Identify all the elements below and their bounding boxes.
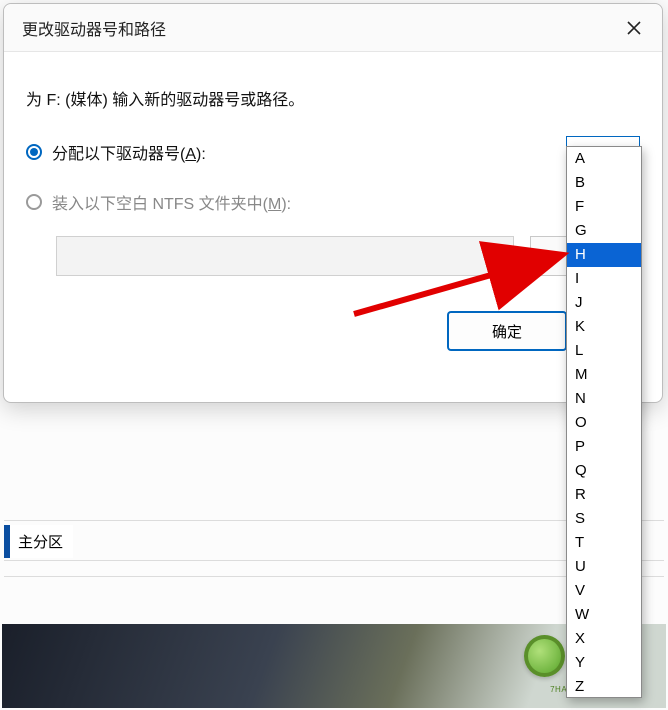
partition-label: 主分区	[4, 525, 73, 558]
radio-assign-letter[interactable]	[26, 144, 42, 160]
dropdown-item-F[interactable]: F	[567, 195, 641, 219]
dropdown-item-M[interactable]: M	[567, 363, 641, 387]
dropdown-item-T[interactable]: T	[567, 531, 641, 555]
change-drive-letter-dialog: 更改驱动器号和路径 为 F: (媒体) 输入新的驱动器号或路径。 分配以下驱动器…	[3, 3, 663, 403]
dropdown-item-N[interactable]: N	[567, 387, 641, 411]
folder-path-input	[56, 236, 514, 276]
dropdown-item-V[interactable]: V	[567, 579, 641, 603]
dropdown-item-U[interactable]: U	[567, 555, 641, 579]
dialog-title: 更改驱动器号和路径	[22, 16, 166, 40]
dropdown-item-R[interactable]: R	[567, 483, 641, 507]
dropdown-item-I[interactable]: I	[567, 267, 641, 291]
dropdown-item-H[interactable]: H	[567, 243, 641, 267]
dropdown-item-W[interactable]: W	[567, 603, 641, 627]
help-row: 帮助(H)	[4, 576, 664, 613]
dropdown-item-J[interactable]: J	[567, 291, 641, 315]
ok-button[interactable]: 确定	[448, 312, 566, 350]
dropdown-item-K[interactable]: K	[567, 315, 641, 339]
instruction-text: 为 F: (媒体) 输入新的驱动器号或路径。	[26, 86, 640, 110]
titlebar: 更改驱动器号和路径	[4, 4, 662, 52]
mount-folder-label[interactable]: 装入以下空白 NTFS 文件夹中(M):	[52, 190, 640, 214]
drive-letter-dropdown[interactable]: ABFGHIJKLMNOPQRSTUVWXYZ	[566, 146, 642, 698]
dropdown-item-Y[interactable]: Y	[567, 651, 641, 675]
assign-letter-label[interactable]: 分配以下驱动器号(A):	[52, 140, 566, 164]
dropdown-item-A[interactable]: A	[567, 147, 641, 171]
dropdown-item-Q[interactable]: Q	[567, 459, 641, 483]
dropdown-item-X[interactable]: X	[567, 627, 641, 651]
close-button[interactable]	[620, 14, 648, 42]
ok-label: 确定	[492, 321, 522, 342]
partition-section: 主分区	[4, 520, 664, 561]
close-icon	[626, 20, 642, 36]
dropdown-item-B[interactable]: B	[567, 171, 641, 195]
dropdown-item-S[interactable]: S	[567, 507, 641, 531]
dropdown-item-P[interactable]: P	[567, 435, 641, 459]
radio-mount-folder[interactable]	[26, 194, 42, 210]
dropdown-item-Z[interactable]: Z	[567, 675, 641, 698]
dropdown-item-G[interactable]: G	[567, 219, 641, 243]
dropdown-item-L[interactable]: L	[567, 339, 641, 363]
dropdown-item-O[interactable]: O	[567, 411, 641, 435]
watermark-badge-icon	[524, 635, 565, 677]
